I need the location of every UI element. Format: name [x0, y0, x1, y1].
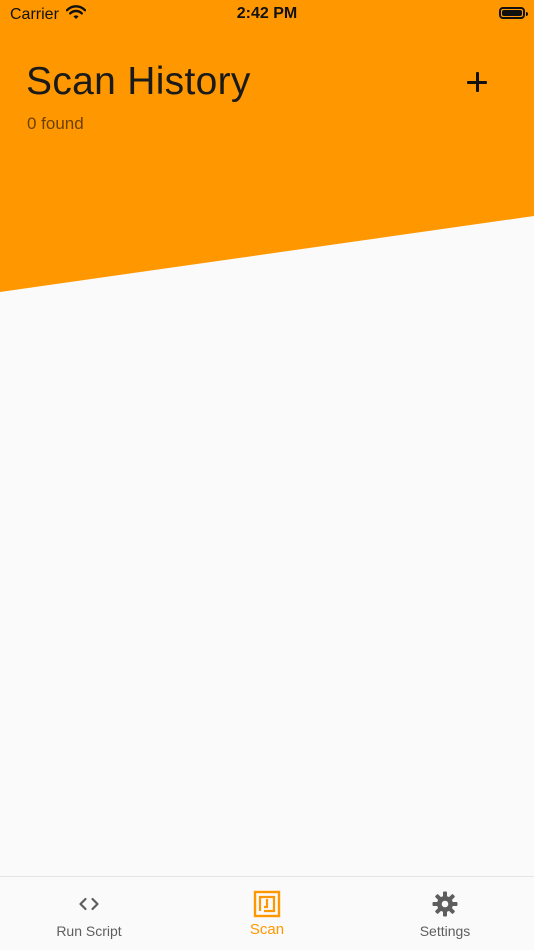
battery-icon — [499, 7, 528, 19]
tab-settings[interactable]: Settings — [356, 877, 534, 950]
tab-settings-label: Settings — [419, 923, 471, 939]
tab-scan-label: Scan — [249, 921, 285, 938]
scan-history-list — [0, 300, 534, 875]
nfc-icon — [253, 890, 281, 918]
tab-scan[interactable]: Scan — [178, 877, 356, 950]
tab-run-script-label: Run Script — [56, 923, 122, 939]
status-time: 2:42 PM — [236, 5, 298, 22]
status-bar: Carrier 2:42 PM — [0, 0, 534, 28]
app-screen: Carrier 2:42 PM Scan History 0 found Run… — [0, 0, 534, 950]
gear-icon — [431, 890, 459, 918]
tab-run-script[interactable]: Run Script — [0, 877, 178, 950]
battery-level — [502, 10, 522, 16]
bottom-tab-bar: Run Script Scan Settings — [0, 876, 534, 950]
add-scan-button[interactable] — [458, 63, 496, 101]
code-icon — [75, 890, 103, 918]
page-title: Scan History — [26, 60, 251, 103]
result-count: 0 found — [27, 114, 84, 133]
plus-icon — [467, 72, 487, 92]
header-background — [0, 0, 534, 292]
